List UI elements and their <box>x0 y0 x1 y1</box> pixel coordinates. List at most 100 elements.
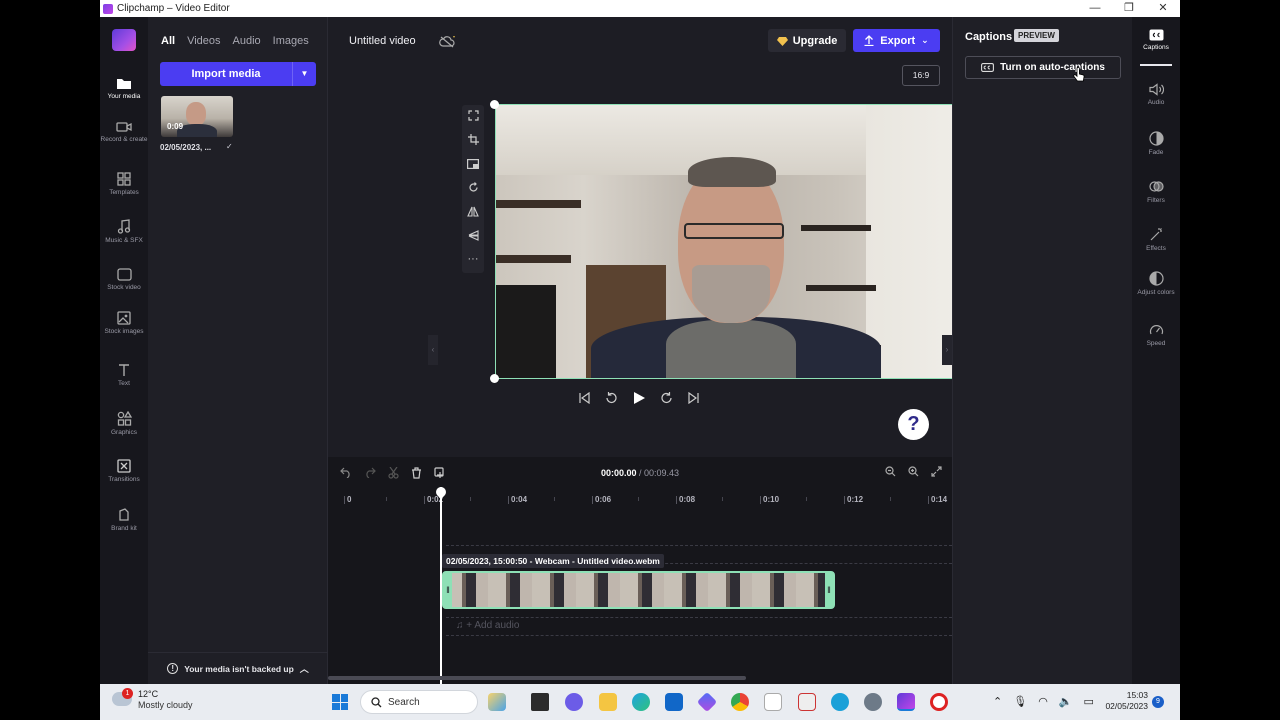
flip-horizontal-icon[interactable] <box>462 201 484 225</box>
chat-app-icon[interactable] <box>565 693 583 711</box>
time-ruler[interactable]: 0 0:02 0:04 0:06 0:08 0:10 0:12 0:14 <box>340 491 952 507</box>
export-button[interactable]: Export ⌄ <box>853 29 940 52</box>
rail-item-music-sfx[interactable]: Music & SFX <box>100 219 148 244</box>
close-button[interactable]: ✕ <box>1146 0 1180 17</box>
search-icon <box>371 696 382 707</box>
prop-item-effects[interactable]: Effects <box>1132 227 1180 252</box>
rail-item-text[interactable]: Text <box>100 363 148 387</box>
shapes-icon <box>117 411 132 426</box>
rail-item-your-media[interactable]: Your media <box>100 77 148 100</box>
prop-item-audio[interactable]: Audio <box>1132 83 1180 106</box>
add-audio-track[interactable]: ♫ + Add audio <box>456 620 519 631</box>
backup-notice[interactable]: ! Your media isn't backed up ︿ <box>148 652 328 684</box>
microphone-icon[interactable]: 🎙 <box>1013 695 1027 708</box>
clip-label: 02/05/2023, 15:00:50 - Webcam - Untitled… <box>442 554 664 568</box>
weather-widget[interactable]: 1 12°C Mostly cloudy <box>112 688 193 711</box>
image-icon <box>117 311 131 325</box>
crop-icon[interactable] <box>462 129 484 153</box>
resize-handle-top-left[interactable] <box>490 100 499 109</box>
rail-item-transitions[interactable]: Transitions <box>100 459 148 483</box>
thumbnail-label: 02/05/2023, ... <box>160 143 212 152</box>
prop-item-speed[interactable]: Speed <box>1132 323 1180 347</box>
clip-trim-handle-left[interactable]: ‖ <box>444 573 452 607</box>
file-explorer-icon[interactable] <box>599 693 617 711</box>
upgrade-button[interactable]: Upgrade <box>768 29 846 52</box>
snipping-tool-icon[interactable] <box>798 693 816 711</box>
resize-handle-bottom-left[interactable] <box>490 374 499 383</box>
rail-item-templates[interactable]: Templates <box>100 172 148 196</box>
tab-all[interactable]: All <box>161 35 175 47</box>
help-button[interactable]: ? <box>898 409 929 440</box>
forward-5s-icon[interactable] <box>660 391 674 405</box>
pip-icon[interactable] <box>462 153 484 177</box>
rail-item-graphics[interactable]: Graphics <box>100 411 148 436</box>
settings-gear-icon[interactable] <box>864 693 882 711</box>
prop-item-adjust-colors[interactable]: Adjust colors <box>1132 271 1180 296</box>
collapse-right-panel-toggle[interactable]: › <box>942 335 952 365</box>
task-view-icon[interactable] <box>531 693 549 711</box>
zoom-in-icon[interactable] <box>908 466 919 477</box>
volume-icon[interactable]: 🔈 <box>1059 695 1073 708</box>
more-icon[interactable]: ··· <box>462 249 484 273</box>
rail-item-stock-video[interactable]: Stock video <box>100 268 148 291</box>
copilot-app-icon[interactable] <box>696 691 718 713</box>
fit-timeline-icon[interactable] <box>931 466 942 477</box>
taskbar-search[interactable]: Search <box>360 690 478 714</box>
added-check-icon: ✓ <box>226 142 233 151</box>
chevron-up-icon[interactable]: ⌃ <box>993 695 1002 708</box>
chrome-browser-icon[interactable] <box>731 693 749 711</box>
prop-item-filters[interactable]: Filters <box>1132 179 1180 204</box>
media-thumbnail[interactable]: 0:09 <box>161 96 233 137</box>
maximize-button[interactable]: ❐ <box>1112 0 1146 17</box>
clipchamp-taskbar-icon[interactable] <box>897 693 915 711</box>
prop-item-captions[interactable]: Captions <box>1132 29 1180 51</box>
play-icon[interactable] <box>632 391 646 405</box>
system-clock[interactable]: 15:03 02/05/2023 <box>1100 690 1148 712</box>
tab-audio[interactable]: Audio <box>233 35 261 47</box>
edge-browser-icon[interactable] <box>632 693 650 711</box>
import-dropdown-chevron-icon[interactable]: ▼ <box>292 62 316 86</box>
transition-icon <box>117 459 131 473</box>
timeline-scrollbar[interactable] <box>328 676 746 680</box>
skype-app-icon[interactable] <box>831 693 849 711</box>
fit-icon[interactable] <box>462 105 484 129</box>
project-title[interactable]: Untitled video <box>349 35 416 47</box>
store-app-icon[interactable] <box>665 693 683 711</box>
window-title: Clipchamp – Video Editor <box>117 3 230 14</box>
music-note-icon: ♫ <box>456 620 467 631</box>
notification-badge[interactable]: 9 <box>1152 696 1164 708</box>
cc-icon <box>981 63 995 72</box>
minimize-button[interactable]: — <box>1078 0 1112 17</box>
rail-item-stock-images[interactable]: Stock images <box>100 311 148 335</box>
skip-forward-icon[interactable] <box>688 392 700 404</box>
start-button[interactable] <box>332 694 348 710</box>
import-media-button[interactable]: Import media ▼ <box>160 62 316 86</box>
onenote-app-icon[interactable] <box>764 693 782 711</box>
zoom-out-icon[interactable] <box>885 466 896 477</box>
skip-back-icon[interactable] <box>578 392 590 404</box>
prop-item-fade[interactable]: Fade <box>1132 131 1180 156</box>
rewind-5s-icon[interactable] <box>604 391 618 405</box>
playhead[interactable] <box>440 487 442 684</box>
captions-panel: Captions PREVIEW Turn on auto-captions <box>952 17 1132 684</box>
clip-trim-handle-right[interactable]: ‖ <box>825 573 833 607</box>
flip-vertical-icon[interactable] <box>462 225 484 249</box>
tick-label: 0:06 <box>591 495 612 504</box>
tab-videos[interactable]: Videos <box>187 35 220 47</box>
backup-text: Your media isn't backed up <box>184 663 294 674</box>
video-clip[interactable]: ‖ ‖ <box>442 571 835 609</box>
speaker-icon <box>1148 83 1164 96</box>
tab-images[interactable]: Images <box>273 35 309 47</box>
collapse-left-panel-toggle[interactable]: ‹ <box>428 335 438 365</box>
captions-title: Captions <box>965 31 1013 43</box>
rotate-icon[interactable] <box>462 177 484 201</box>
wifi-icon[interactable]: ◠ <box>1038 695 1048 708</box>
rail-item-record-create[interactable]: Record & create <box>100 121 148 143</box>
battery-icon[interactable]: ▭ <box>1084 695 1094 708</box>
record-app-icon[interactable] <box>930 693 948 711</box>
rail-item-brand-kit[interactable]: Brand kit <box>100 508 148 532</box>
video-preview-canvas[interactable] <box>495 104 984 379</box>
widgets-app-icon[interactable] <box>488 693 506 711</box>
auto-captions-button[interactable]: Turn on auto-captions <box>965 56 1121 79</box>
aspect-ratio-button[interactable]: 16:9 <box>902 65 940 86</box>
